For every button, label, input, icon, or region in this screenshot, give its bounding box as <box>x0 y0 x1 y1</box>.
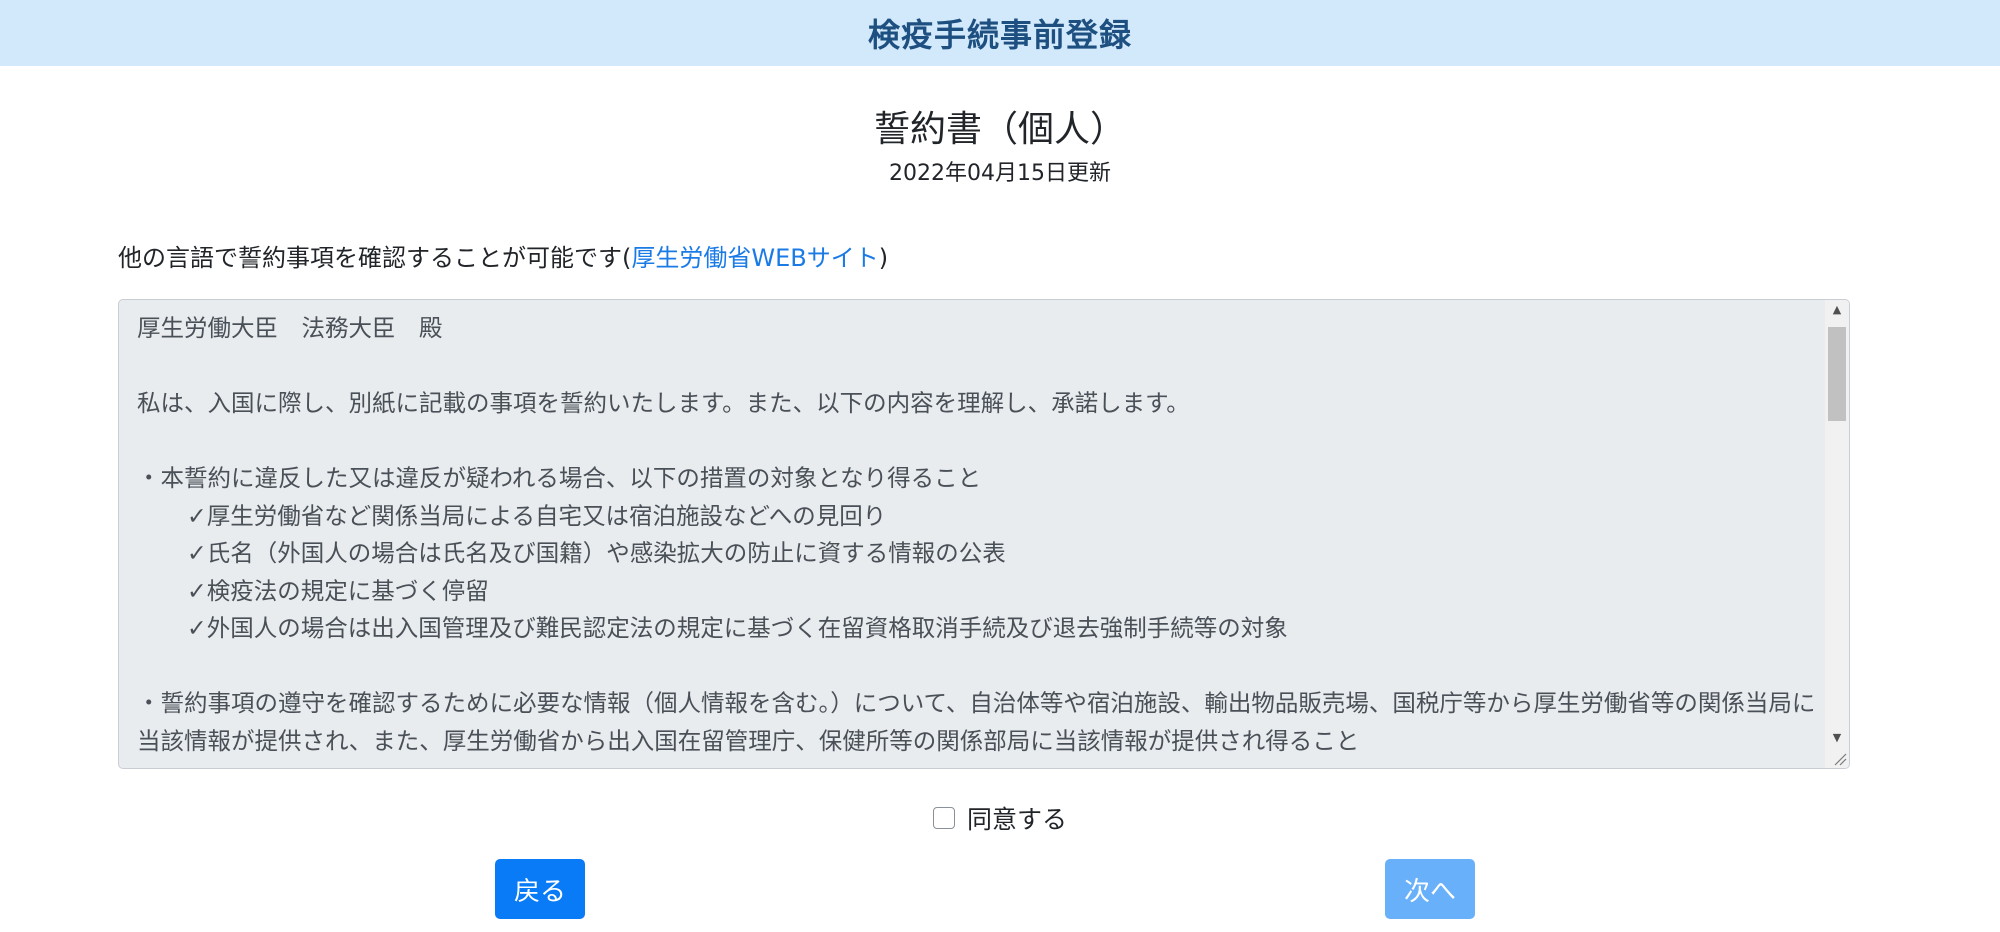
scroll-up-arrow-icon[interactable]: ▲ <box>1825 300 1849 320</box>
header-title: 検疫手続事前登録 <box>867 16 1132 54</box>
resize-grip-icon[interactable] <box>1831 750 1847 766</box>
terms-bullet-1: ・本誓約に違反した又は違反が疑われる場合、以下の措置の対象となり得ること <box>137 464 982 492</box>
mhlw-website-link[interactable]: 厚生労働省WEBサイト <box>631 244 878 272</box>
terms-bullet-2: ・誓約事項の遵守を確認するために必要な情報（個人情報を含む。）について、自治体等… <box>137 689 1816 755</box>
language-note: 他の言語で誓約事項を確認することが可能です(厚生労働省WEBサイト) <box>118 238 888 273</box>
terms-sub-item: ✓厚生労働省など関係当局による自宅又は宿泊施設などへの見回り <box>187 501 887 530</box>
agree-control[interactable]: 同意する <box>932 800 1067 836</box>
terms-scrollbar[interactable]: ▲ ▼ <box>1825 300 1849 768</box>
agree-label[interactable]: 同意する <box>967 800 1067 836</box>
back-button[interactable]: 戻る <box>495 859 585 919</box>
terms-textarea[interactable]: 厚生労働大臣 法務大臣 殿 私は、入国に際し、別紙に記載の事項を誓約いたします。… <box>118 299 1850 769</box>
terms-addressee: 厚生労働大臣 法務大臣 殿 <box>137 314 443 342</box>
document-title: 誓約書（個人） <box>873 109 1126 150</box>
terms-sub-item: ✓検疫法の規定に基づく停留 <box>187 576 489 605</box>
page-header: 検疫手続事前登録 <box>0 0 2000 66</box>
next-button[interactable]: 次へ <box>1385 859 1475 919</box>
terms-sub-item: ✓外国人の場合は出入国管理及び難民認定法の規定に基づく在留資格取消手続及び退去強… <box>187 614 1288 642</box>
agree-row: 同意する <box>0 800 2000 836</box>
terms-sub-item: ✓氏名（外国人の場合は氏名及び国籍）や感染拡大の防止に資する情報の公表 <box>187 539 1006 567</box>
language-note-suffix: ) <box>878 244 889 272</box>
terms-content: 厚生労働大臣 法務大臣 殿 私は、入国に際し、別紙に記載の事項を誓約いたします。… <box>137 310 1817 760</box>
scroll-thumb[interactable] <box>1828 327 1846 421</box>
terms-intro: 私は、入国に際し、別紙に記載の事項を誓約いたします。また、以下の内容を理解し、承… <box>137 389 1190 417</box>
scroll-down-arrow-icon[interactable]: ▼ <box>1825 728 1849 748</box>
language-note-text: 他の言語で誓約事項を確認することが可能です( <box>118 244 632 272</box>
agree-checkbox[interactable] <box>932 807 955 829</box>
document-updated-date: 2022年04月15日更新 <box>889 161 1111 186</box>
